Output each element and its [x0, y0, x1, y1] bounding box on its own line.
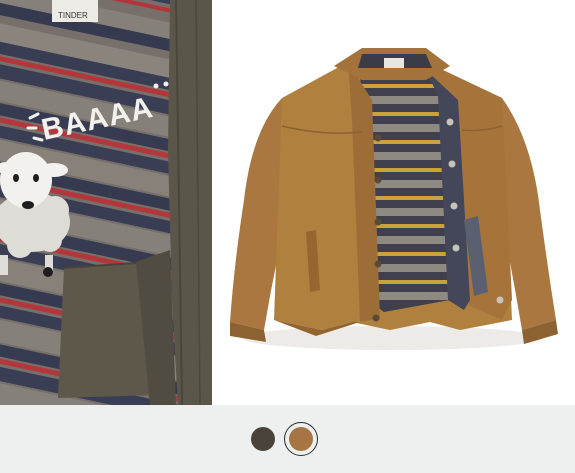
color-swatch-bar [0, 405, 575, 473]
swatch-tan[interactable] [289, 427, 313, 451]
swatch-dark-brown[interactable] [251, 427, 275, 451]
lining-detail-image: TINDER BAAAA [0, 0, 212, 405]
product-image-gallery: TINDER BAAAA [0, 0, 575, 405]
jacket-photo[interactable] [212, 0, 575, 405]
detail-photo[interactable]: TINDER BAAAA [0, 0, 212, 405]
jacket-image [212, 0, 575, 405]
detail-label-text: TINDER [58, 11, 88, 20]
